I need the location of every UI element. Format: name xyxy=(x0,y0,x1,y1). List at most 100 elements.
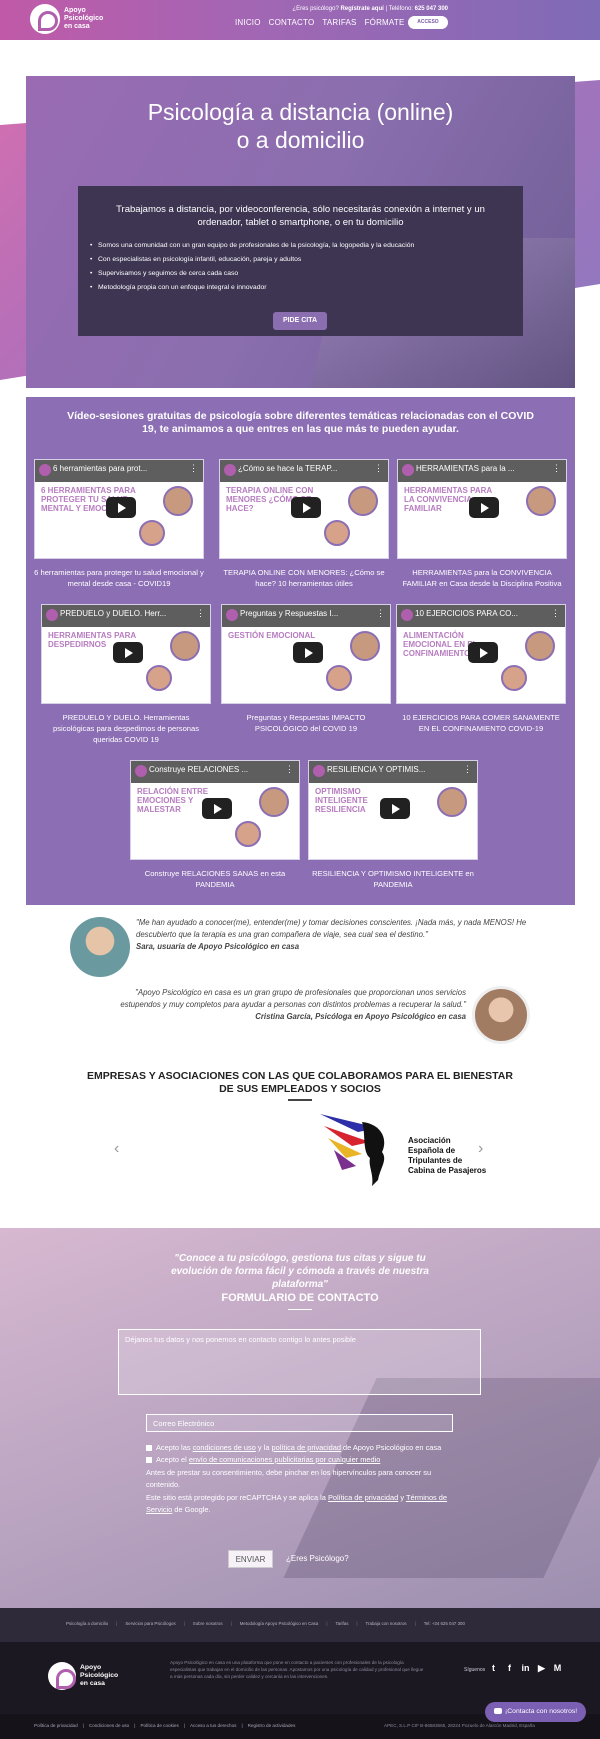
video-card[interactable]: ¿Cómo se hace la TERAP... ⋮ Terapia onli… xyxy=(219,459,389,589)
play-icon[interactable] xyxy=(468,642,498,663)
pide-cita-button[interactable]: PIDE CITA xyxy=(273,312,327,330)
video-thumbnail[interactable]: 6 herramientas para prot... ⋮ 6 herramie… xyxy=(34,459,204,559)
footer-link[interactable]: Psicología a domicilio xyxy=(66,1621,108,1626)
footer-link[interactable]: Servicios para Psicólogos xyxy=(125,1621,175,1626)
video-caption[interactable]: 6 herramientas para proteger tu salud em… xyxy=(34,567,204,589)
video-caption[interactable]: RESILIENCIA Y OPTIMISMO INTELIGENTE en P… xyxy=(308,868,478,890)
play-icon[interactable] xyxy=(291,497,321,518)
hero-bullet: Con especialistas en psicología infantil… xyxy=(90,253,511,267)
carousel-prev-icon[interactable]: ‹ xyxy=(114,1140,119,1158)
video-thumbnail[interactable]: ¿Cómo se hace la TERAP... ⋮ Terapia onli… xyxy=(219,459,389,559)
hero-bullets: Somos una comunidad con un gran equipo d… xyxy=(78,229,523,295)
play-icon[interactable] xyxy=(293,642,323,663)
presenter-avatar xyxy=(526,486,556,516)
marketing-checkbox[interactable] xyxy=(146,1457,152,1463)
more-icon[interactable]: ⋮ xyxy=(376,608,385,619)
send-button[interactable]: ENVIAR xyxy=(228,1550,273,1568)
linkedin-icon[interactable]: in xyxy=(520,1663,531,1674)
nav-formate[interactable]: FÓRMATE xyxy=(365,18,405,27)
channel-icon xyxy=(46,609,58,621)
medium-icon[interactable]: M xyxy=(552,1663,563,1674)
testimonial-author: Sara, usuaria de Apoyo Psicológico en ca… xyxy=(136,942,300,951)
more-icon[interactable]: ⋮ xyxy=(551,608,560,619)
video-thumbnail[interactable]: RESILIENCIA Y OPTIMIS... ⋮ Optimismo int… xyxy=(308,760,478,860)
video-caption[interactable]: HERRAMIENTAS para la CONVIVENCIA FAMILIA… xyxy=(397,567,567,589)
legal-link[interactable]: Condiciones de uso xyxy=(89,1723,129,1728)
more-icon[interactable]: ⋮ xyxy=(552,463,561,474)
legal-link[interactable]: Registro de actividades xyxy=(248,1723,296,1728)
more-icon[interactable]: ⋮ xyxy=(463,764,472,775)
email-field[interactable]: Correo Electrónico xyxy=(146,1414,453,1432)
recaptcha-note: Este sitio está protegido por reCAPTCHA … xyxy=(146,1493,448,1514)
presenter-avatar xyxy=(139,520,165,546)
footer-link[interactable]: Trabaja con nosotros xyxy=(366,1621,407,1626)
video-card[interactable]: RESILIENCIA Y OPTIMIS... ⋮ Optimismo int… xyxy=(308,760,478,890)
legal-link[interactable]: Política de cookies xyxy=(140,1723,178,1728)
more-icon[interactable]: ⋮ xyxy=(189,463,198,474)
aetc-logo[interactable] xyxy=(318,1108,402,1188)
play-icon[interactable] xyxy=(113,642,143,663)
footer-link[interactable]: Tarifas xyxy=(335,1621,348,1626)
video-caption[interactable]: PREDUELO Y DUELO. Herramientas psicológi… xyxy=(41,712,211,745)
divider xyxy=(288,1099,312,1101)
presenter-avatar xyxy=(259,787,289,817)
play-icon[interactable] xyxy=(469,497,499,518)
presenter-avatar xyxy=(235,821,261,847)
more-icon[interactable]: ⋮ xyxy=(196,608,205,619)
videos-heading: Vídeo-sesiones gratuitas de psicología s… xyxy=(67,410,534,435)
marketing-link[interactable]: envío de comunicaciones publicitarias po… xyxy=(189,1455,380,1464)
consent-block: Acepto las condiciones de uso y la polít… xyxy=(146,1442,456,1516)
video-card[interactable]: HERRAMIENTAS para la ... ⋮ Herramientas … xyxy=(397,459,567,589)
footer-phone[interactable]: Tel: +34 625 047 300 xyxy=(424,1621,465,1626)
psychologist-link[interactable]: ¿Eres Psicólogo? xyxy=(286,1554,349,1563)
video-thumbnail[interactable]: PREDUELO y DUELO. Herr... ⋮ Herramientas… xyxy=(41,604,211,704)
video-card[interactable]: Construye RELACIONES ... ⋮ Relación entr… xyxy=(130,760,300,890)
more-icon[interactable]: ⋮ xyxy=(374,463,383,474)
video-caption[interactable]: Construye RELACIONES SANAS en esta PANDE… xyxy=(130,868,300,890)
facebook-icon[interactable]: f xyxy=(504,1663,515,1674)
video-caption[interactable]: 10 EJERCICIOS PARA COMER SANAMENTE EN EL… xyxy=(396,712,566,734)
presenter-avatar xyxy=(501,665,527,691)
privacy-link[interactable]: política de privacidad xyxy=(272,1443,341,1452)
terms-checkbox[interactable] xyxy=(146,1445,152,1451)
nav-inicio[interactable]: INICIO xyxy=(235,18,261,27)
contact-section: "Conoce a tu psicólogo, gestiona tus cit… xyxy=(0,1228,600,1608)
access-button[interactable]: ACCESO xyxy=(408,16,448,29)
footer-link[interactable]: Metodología Apoyo Psicológico en Casa xyxy=(240,1621,319,1626)
site-logo[interactable]: Apoyo Psicológico en casa xyxy=(30,4,110,34)
divider xyxy=(288,1309,312,1310)
register-link[interactable]: Regístrate aquí xyxy=(340,6,383,12)
twitter-icon[interactable]: t xyxy=(488,1663,499,1674)
video-card[interactable]: PREDUELO y DUELO. Herr... ⋮ Herramientas… xyxy=(41,604,211,745)
play-icon[interactable] xyxy=(202,798,232,819)
terms-link[interactable]: condiciones de uso xyxy=(193,1443,256,1452)
channel-icon xyxy=(226,609,238,621)
hero-bullet: Metodología propia con un enfoque integr… xyxy=(90,281,511,295)
video-thumbnail[interactable]: Preguntas y Respuestas I... ⋮ Gestión Em… xyxy=(221,604,391,704)
message-textarea[interactable]: Déjanos tus datos y nos ponemos en conta… xyxy=(118,1329,481,1395)
more-icon[interactable]: ⋮ xyxy=(285,764,294,775)
video-caption[interactable]: Preguntas y Respuestas IMPACTO PSICOLÓGI… xyxy=(221,712,391,734)
logo-icon xyxy=(48,1662,76,1690)
video-thumbnail[interactable]: HERRAMIENTAS para la ... ⋮ Herramientas … xyxy=(397,459,567,559)
phone-link[interactable]: 625 047 300 xyxy=(415,6,448,12)
video-card[interactable]: Preguntas y Respuestas I... ⋮ Gestión Em… xyxy=(221,604,391,734)
legal-link[interactable]: Acceso a tus derechos xyxy=(190,1723,236,1728)
nav-contacto[interactable]: CONTACTO xyxy=(269,18,315,27)
footer-logo[interactable]: Apoyo Psicológico en casa xyxy=(48,1662,126,1690)
play-icon[interactable] xyxy=(380,798,410,819)
video-thumbnail[interactable]: Construye RELACIONES ... ⋮ Relación entr… xyxy=(130,760,300,860)
play-icon[interactable] xyxy=(106,497,136,518)
google-privacy-link[interactable]: Política de privacidad xyxy=(328,1493,398,1502)
video-thumbnail[interactable]: 10 EJERCICIOS PARA CO... ⋮ Alimentación … xyxy=(396,604,566,704)
youtube-icon[interactable]: ▶ xyxy=(536,1663,547,1674)
channel-icon xyxy=(313,765,325,777)
contact-chat-button[interactable]: ¡Contacta con nosotros! xyxy=(485,1702,586,1722)
nav-tarifas[interactable]: TARIFAS xyxy=(322,18,356,27)
legal-link[interactable]: Política de privacidad xyxy=(34,1723,78,1728)
video-caption[interactable]: TERAPIA ONLINE CON MENORES: ¿Cómo se hac… xyxy=(219,567,389,589)
video-card[interactable]: 10 EJERCICIOS PARA CO... ⋮ Alimentación … xyxy=(396,604,566,734)
testimonial-author: Cristina García, Psicóloga en Apoyo Psic… xyxy=(255,1012,466,1021)
footer-link[interactable]: Sobre nosotros xyxy=(193,1621,223,1626)
video-card[interactable]: 6 herramientas para prot... ⋮ 6 herramie… xyxy=(34,459,204,589)
